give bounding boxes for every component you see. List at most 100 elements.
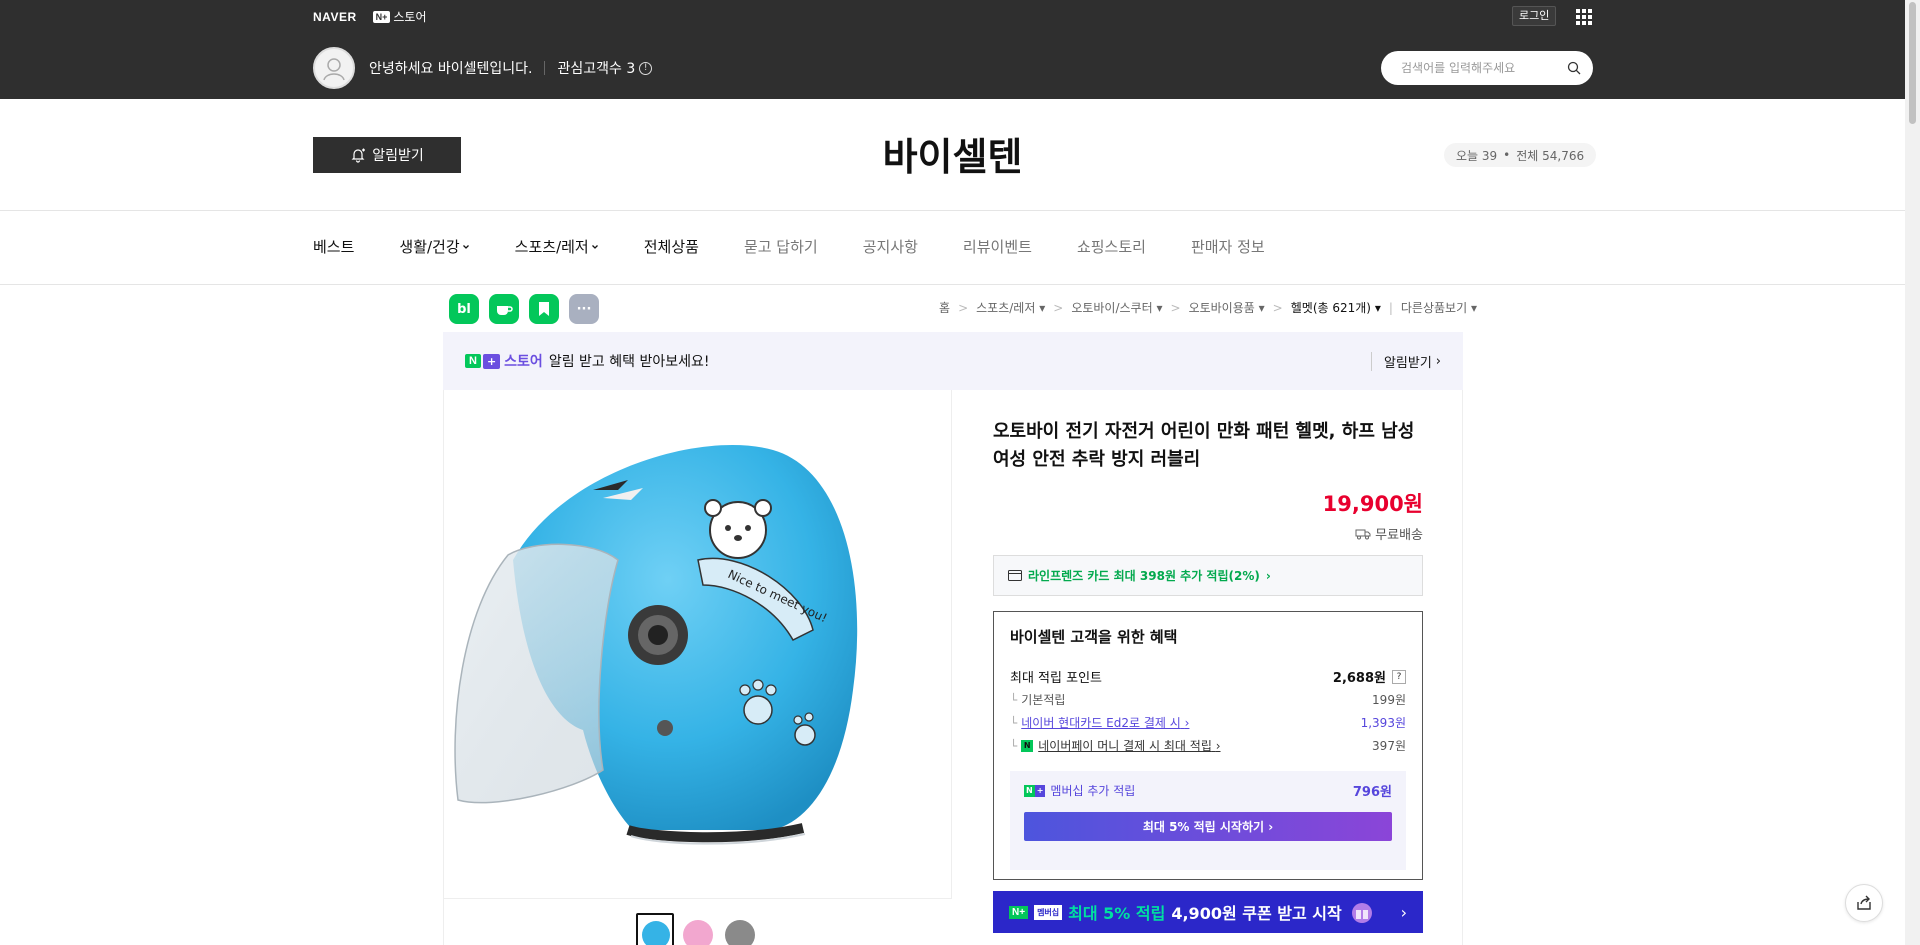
other-products-dropdown[interactable]: 다른상품보기 ▾ (1401, 299, 1477, 316)
nav-item-notice[interactable]: 공지사항 (863, 236, 918, 257)
blog-icon[interactable]: bl (449, 294, 479, 324)
nav-item-sports-leisure[interactable]: 스포츠/레저 (515, 236, 599, 257)
cafe-icon[interactable] (489, 294, 519, 324)
membership-n-icon: N (1024, 784, 1035, 797)
shipping-label: 무료배송 (1375, 528, 1423, 543)
max-points-row: 최대 적립 포인트 2,688원 ? (1010, 665, 1406, 688)
nav-item-seller-info[interactable]: 판매자 정보 (1191, 236, 1265, 257)
chevron-right-icon: › (1265, 568, 1271, 583)
bookmark-icon[interactable] (529, 294, 559, 324)
search-icon[interactable] (1567, 61, 1581, 75)
caret-icon: ▾ (1258, 301, 1265, 315)
vertical-scrollbar[interactable] (1905, 0, 1920, 945)
visitor-count: 오늘 39 • 전체 54,766 (1444, 143, 1597, 167)
breadcrumb-separator: > (1053, 300, 1064, 315)
thumbnail-gray[interactable] (720, 913, 758, 945)
thumbnail-pink[interactable] (678, 913, 716, 945)
product-main-image[interactable]: Nice to meet you! (443, 390, 952, 898)
npay-icon: N (1021, 739, 1034, 752)
share-icon (1857, 895, 1871, 910)
nav-item-shopping-story[interactable]: 쇼핑스토리 (1077, 236, 1146, 257)
caret-icon: ▾ (1039, 301, 1046, 315)
tree-icon: └ (1010, 692, 1018, 707)
store-title[interactable]: 바이셀텐 (0, 126, 1905, 181)
chevron-down-icon (591, 244, 598, 249)
category-nav: 베스트 생활/건강 스포츠/레저 전체상품 묻고 답하기 공지사항 리뷰이벤트 … (313, 236, 1310, 257)
breadcrumb: 홈 > 스포츠/레저 ▾ > 오토바이/스쿠터 ▾ > 오토바이용품 ▾ > 헬… (939, 299, 1477, 316)
search-input[interactable] (1401, 61, 1567, 75)
divider (0, 284, 1905, 285)
image-thumbnails (636, 913, 758, 945)
nav-item-review-event[interactable]: 리뷰이벤트 (963, 236, 1032, 257)
product-info: 오토바이 전기 자전거 어린이 만화 패턴 헬멧, 하프 남성 여성 안전 추락… (993, 418, 1423, 543)
hyundai-card-link[interactable]: 네이버 현대카드 Ed2로 결제 시 › (1021, 714, 1189, 731)
interest-customers: 관심고객수 3 ! (557, 58, 653, 78)
help-icon[interactable]: ? (1392, 669, 1406, 684)
nav-item-living-health[interactable]: 생활/건강 (399, 236, 469, 257)
membership-badge: 멤버십 (1034, 904, 1063, 920)
npay-money-link[interactable]: 네이버페이 머니 결제 시 최대 적립 › (1038, 737, 1220, 754)
card-benefit-text: 라인프렌즈 카드 최대 398원 추가 적립(2%) (1028, 569, 1260, 583)
breadcrumb-separator: > (1272, 300, 1283, 315)
info-icon[interactable]: ! (639, 61, 653, 75)
breadcrumb-separator: > (1170, 300, 1181, 315)
hyundai-card-row: └ 네이버 현대카드 Ed2로 결제 시 › 1,393원 (1010, 714, 1406, 731)
product-price: 19,900원 (1322, 492, 1423, 516)
nplus-logo: N+ (1009, 905, 1029, 919)
visitor-today: 오늘 39 (1456, 148, 1498, 163)
membership-coupon-banner[interactable]: N+ 멤버십 최대 5% 적립 4,900원 쿠폰 받고 시작 › (993, 891, 1423, 933)
gnb-logos: NAVER N+ 스토어 (313, 8, 427, 25)
store-alarm-banner: N + 스토어 알림 받고 혜택 받아보세요! 알림받기 › (443, 332, 1463, 390)
share-button[interactable] (1845, 884, 1883, 922)
breadcrumb-moto-goods[interactable]: 오토바이용품 ▾ (1189, 299, 1265, 316)
coupon-gift-icon (1351, 903, 1372, 923)
membership-box: N + 멤버십 추가 적립 796원 최대 5% 적립 시작하기 › (1010, 771, 1406, 870)
more-icon[interactable]: ··· (569, 294, 599, 324)
scrollbar-thumb[interactable] (1909, 2, 1916, 124)
nplus-logo: + (482, 353, 501, 369)
visitor-total: 전체 54,766 (1516, 148, 1585, 163)
breadcrumb-helmet[interactable]: 헬멧(총 621개) ▾ (1291, 299, 1381, 316)
card-benefit-link[interactable]: 라인프렌즈 카드 최대 398원 추가 적립(2%) › (993, 555, 1423, 596)
membership-row: N + 멤버십 추가 적립 796원 (1024, 781, 1392, 800)
breadcrumb-home[interactable]: 홈 (939, 299, 950, 316)
nav-item-all-products[interactable]: 전체상품 (644, 236, 699, 257)
card-icon (1008, 570, 1022, 581)
banner-alarm-link[interactable]: 알림받기 › (1370, 351, 1441, 371)
login-button[interactable]: 로그인 (1512, 6, 1557, 26)
breadcrumb-scooter[interactable]: 오토바이/스쿠터 ▾ (1071, 299, 1162, 316)
membership-label: 멤버십 추가 적립 (1050, 784, 1136, 798)
breadcrumb-separator: | (1388, 300, 1393, 315)
divider (0, 210, 1905, 211)
promo-highlight: 최대 5% 적립 (1068, 904, 1166, 923)
avatar-icon (313, 47, 355, 89)
tree-icon: └ (1010, 715, 1018, 730)
product-title: 오토바이 전기 자전거 어린이 만화 패턴 헬멧, 하프 남성 여성 안전 추락… (993, 421, 1415, 470)
naver-logo[interactable]: NAVER (313, 10, 357, 24)
breadcrumb-sports[interactable]: 스포츠/레저 ▾ (976, 299, 1045, 316)
nav-item-qna[interactable]: 묻고 답하기 (744, 236, 818, 257)
max-points-value: 2,688원 (1332, 671, 1386, 686)
thumbnail-blue[interactable] (636, 913, 674, 945)
chevron-right-icon: › (1184, 716, 1190, 730)
chevron-right-icon: › (1215, 739, 1221, 753)
seller-profile: 안녕하세요 바이셀텐입니다. 관심고객수 3 ! (313, 47, 653, 89)
benefit-heading: 바이셀텐 고객을 위한 혜택 (1010, 628, 1178, 646)
visitor-dot: • (1503, 148, 1511, 162)
interest-count: 관심고객수 3 (557, 61, 636, 77)
nplus-store-logo[interactable]: N+ 스토어 (372, 8, 427, 25)
sns-share-row: bl ··· (449, 294, 599, 324)
membership-plus-icon: + (1034, 784, 1046, 797)
store-label: 스토어 (393, 10, 427, 24)
chevron-right-icon: › (1400, 902, 1407, 922)
apps-grid-icon[interactable] (1576, 9, 1592, 25)
chevron-right-icon: › (1268, 819, 1274, 834)
promo-text: 4,900원 쿠폰 받고 시작 (1171, 904, 1342, 923)
shipping-info: 무료배송 (993, 524, 1423, 543)
divider (544, 61, 546, 75)
membership-start-button[interactable]: 최대 5% 적립 시작하기 › (1024, 812, 1392, 841)
banner-store-text: 스토어 (504, 354, 543, 370)
naver-n-logo: N (465, 354, 481, 368)
nav-item-best[interactable]: 베스트 (313, 236, 354, 257)
greeting-text: 안녕하세요 바이셀텐입니다. (369, 61, 533, 77)
